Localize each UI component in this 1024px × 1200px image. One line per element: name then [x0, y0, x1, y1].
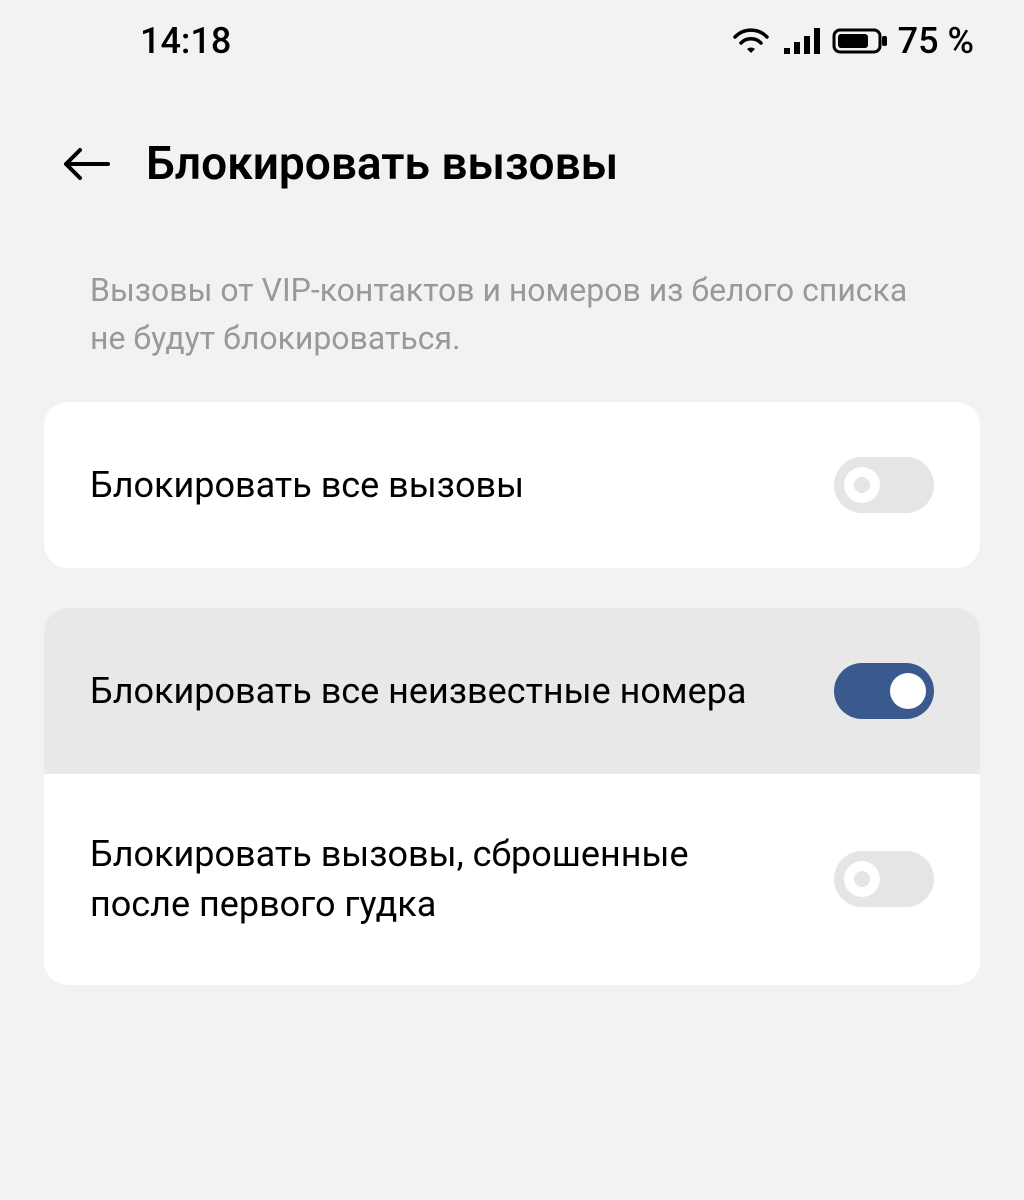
status-bar: 14:18 75 % [0, 0, 1024, 82]
toggle-block-unknown[interactable] [834, 663, 934, 719]
status-indicators: 75 % [730, 20, 974, 62]
back-button[interactable] [60, 144, 110, 184]
setting-label-block-all: Блокировать все вызовы [90, 460, 834, 510]
toggle-block-one-ring[interactable] [834, 851, 934, 907]
wifi-icon [730, 25, 772, 57]
settings-card-group: Блокировать все неизвестные номера Блоки… [44, 608, 980, 985]
page-header: Блокировать вызовы [0, 82, 1024, 266]
battery-icon [832, 26, 888, 56]
setting-label-block-one-ring: Блокировать вызовы, сброшенные после пер… [90, 829, 834, 930]
setting-row-block-all[interactable]: Блокировать все вызовы [44, 402, 980, 568]
toggle-block-all[interactable] [834, 457, 934, 513]
setting-row-block-one-ring[interactable]: Блокировать вызовы, сброшенные после пер… [44, 774, 980, 985]
page-description: Вызовы от VIP-контактов и номеров из бел… [0, 266, 1024, 402]
battery-percentage: 75 % [898, 20, 974, 62]
status-time: 14:18 [140, 20, 231, 62]
page-title: Блокировать вызовы [146, 137, 618, 191]
setting-label-block-unknown: Блокировать все неизвестные номера [90, 666, 834, 716]
signal-icon [782, 26, 822, 56]
settings-card-block-all: Блокировать все вызовы [44, 402, 980, 568]
setting-row-block-unknown[interactable]: Блокировать все неизвестные номера [44, 608, 980, 774]
